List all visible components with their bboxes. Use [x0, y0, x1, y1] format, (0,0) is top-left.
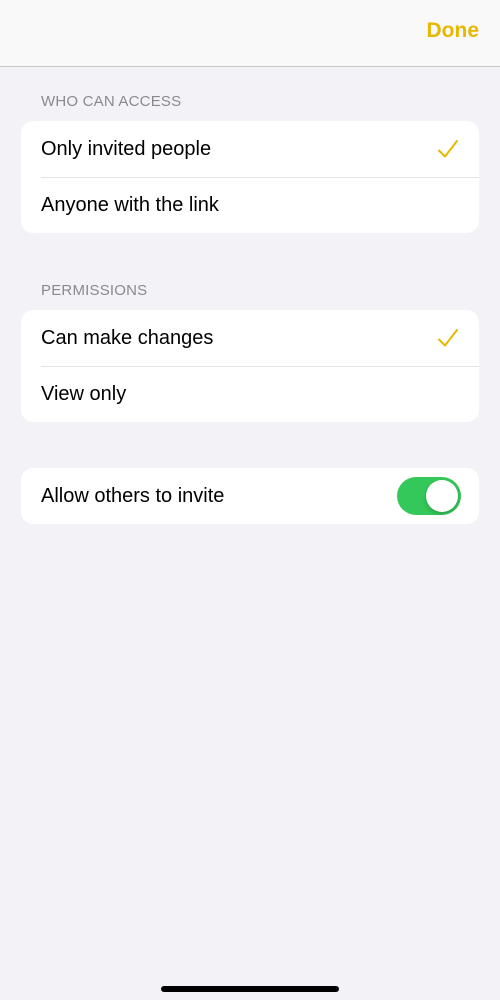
permission-option-view-only[interactable]: View only — [21, 366, 479, 422]
access-options-group: Only invited people Anyone with the link — [21, 121, 479, 233]
permission-options-group: Can make changes View only — [21, 310, 479, 422]
checkmark-icon — [438, 140, 458, 158]
permission-option-label: Can make changes — [41, 326, 214, 349]
access-option-anyone-with-link[interactable]: Anyone with the link — [21, 177, 479, 233]
home-indicator — [161, 986, 339, 992]
allow-others-to-invite-label: Allow others to invite — [41, 484, 225, 507]
navigation-bar: Done — [0, 0, 500, 67]
permission-option-label: View only — [41, 382, 127, 405]
access-option-label: Anyone with the link — [41, 193, 219, 216]
allow-others-to-invite-toggle[interactable] — [397, 477, 461, 515]
permission-option-can-make-changes[interactable]: Can make changes — [21, 310, 479, 366]
checkmark-icon — [438, 329, 458, 347]
access-option-only-invited[interactable]: Only invited people — [21, 121, 479, 177]
access-option-label: Only invited people — [41, 137, 212, 160]
section-header-who-can-access: WHO CAN ACCESS — [41, 93, 182, 110]
toggle-knob — [426, 480, 458, 512]
invite-settings-group: Allow others to invite — [21, 468, 479, 524]
section-header-permissions: PERMISSIONS — [41, 282, 148, 299]
allow-others-to-invite-row: Allow others to invite — [21, 468, 479, 524]
done-button[interactable]: Done — [427, 19, 480, 43]
